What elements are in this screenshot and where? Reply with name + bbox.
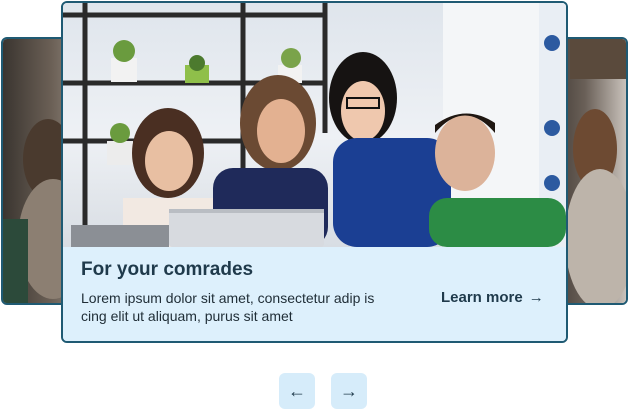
previous-button[interactable]: ← (279, 373, 315, 409)
arrow-right-icon: → (340, 380, 358, 401)
learn-more-label: Learn more (441, 289, 523, 306)
active-slide: For your comrades Lorem ipsum dolor sit … (61, 1, 568, 343)
slide-caption: For your comrades Lorem ipsum dolor sit … (63, 247, 566, 341)
slide-image (63, 3, 566, 247)
slide-description: Lorem ipsum dolor sit amet, consectetur … (81, 290, 375, 324)
next-button[interactable]: → (331, 373, 367, 409)
learn-more-link[interactable]: Learn more → (441, 289, 544, 306)
arrow-right-icon: → (528, 289, 544, 306)
arrow-left-icon: ← (288, 380, 306, 401)
slide-title: For your comrades (81, 259, 254, 280)
